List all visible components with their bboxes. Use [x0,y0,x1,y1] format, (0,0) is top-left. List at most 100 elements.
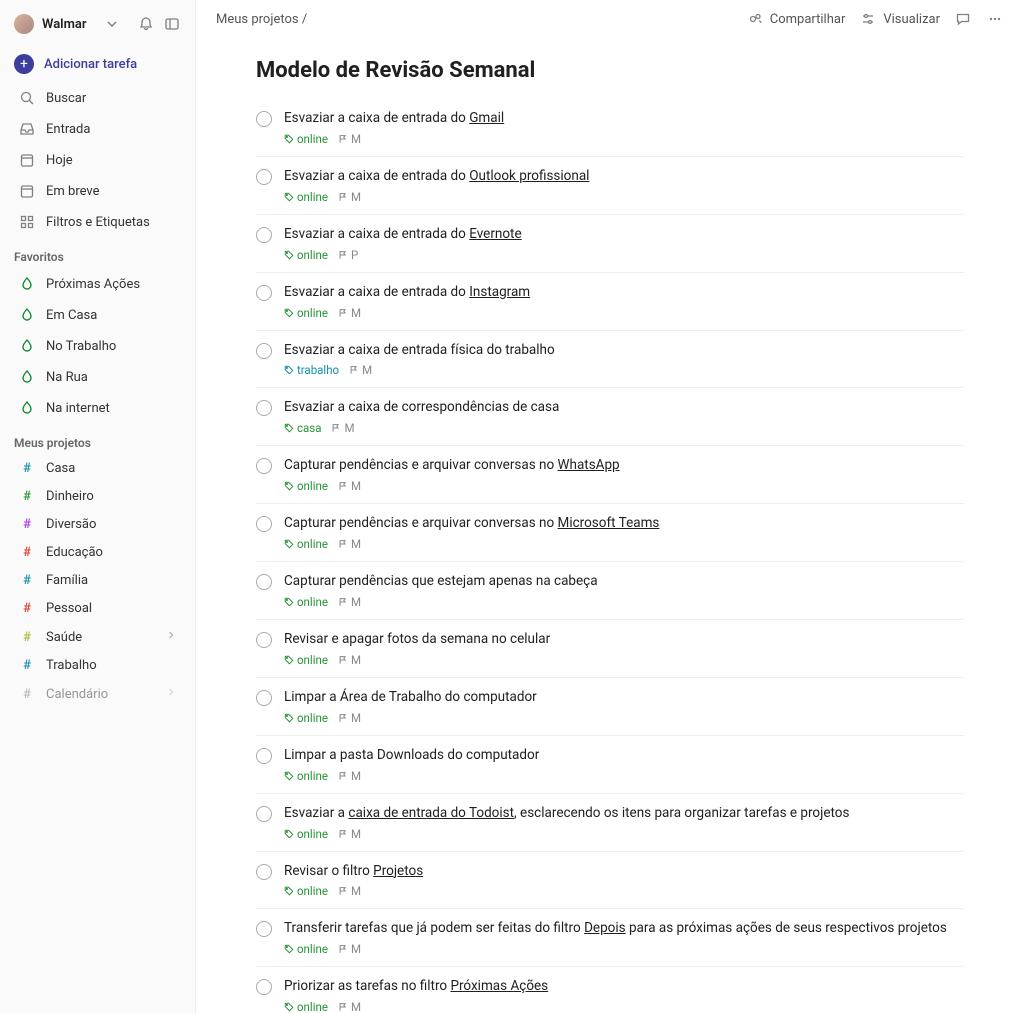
add-task-button[interactable]: + Adicionar tarefa [0,46,195,82]
task-tag[interactable]: online [284,827,328,841]
task-tag[interactable]: online [284,537,328,551]
workspace-switcher[interactable]: Walmar [0,8,195,40]
task-priority[interactable]: M [338,942,361,956]
task-priority[interactable]: M [338,306,361,320]
favorite-item[interactable]: Na internet [4,393,191,423]
sidebar-toggle-icon[interactable] [163,15,181,33]
task-priority[interactable]: M [338,537,361,551]
task-priority[interactable]: M [338,769,361,783]
project-item[interactable]: #Pessoal [4,595,191,622]
task-priority[interactable]: M [349,363,372,377]
task-tag[interactable]: online [284,653,328,667]
task-row[interactable]: Capturar pendências que estejam apenas n… [256,562,964,620]
projects-header[interactable]: Meus projetos [0,424,195,454]
task-row[interactable]: Esvaziar a caixa de entrada do Outlook p… [256,157,964,215]
task-checkbox[interactable] [256,227,272,243]
task-link[interactable]: Microsoft Teams [558,515,660,531]
task-link[interactable]: Outlook profissional [469,168,589,184]
task-checkbox[interactable] [256,979,272,995]
task-row[interactable]: Limpar a Área de Trabalho do computadoro… [256,678,964,736]
task-checkbox[interactable] [256,574,272,590]
task-checkbox[interactable] [256,111,272,127]
task-checkbox[interactable] [256,458,272,474]
nav-search[interactable]: Buscar [4,83,191,113]
task-link[interactable]: Depois [584,920,626,936]
task-row[interactable]: Esvaziar a caixa de entrada física do tr… [256,331,964,389]
task-priority[interactable]: M [338,479,361,493]
task-checkbox[interactable] [256,169,272,185]
task-checkbox[interactable] [256,400,272,416]
task-checkbox[interactable] [256,748,272,764]
task-row[interactable]: Esvaziar a caixa de entrada do Todoist, … [256,794,964,852]
task-checkbox[interactable] [256,690,272,706]
favorite-item[interactable]: Próximas Ações [4,269,191,299]
bell-icon[interactable] [137,15,155,33]
task-tag[interactable]: online [284,884,328,898]
task-priority[interactable]: M [338,132,361,146]
task-tag[interactable]: online [284,942,328,956]
task-tag[interactable]: online [284,132,328,146]
task-row[interactable]: Esvaziar a caixa de entrada do Instagram… [256,273,964,331]
task-tag[interactable]: trabalho [284,363,339,377]
task-link[interactable]: Instagram [469,284,530,300]
nav-calendar-today[interactable]: Hoje [4,145,191,175]
task-priority[interactable]: M [338,884,361,898]
task-link[interactable]: Projetos [373,863,423,879]
nav-grid[interactable]: Filtros e Etiquetas [4,207,191,237]
nav-inbox[interactable]: Entrada [4,114,191,144]
favorite-item[interactable]: Em Casa [4,300,191,330]
task-checkbox[interactable] [256,864,272,880]
task-row[interactable]: Revisar e apagar fotos da semana no celu… [256,620,964,678]
task-tag[interactable]: online [284,769,328,783]
task-tag[interactable]: casa [284,421,321,435]
task-row[interactable]: Priorizar as tarefas no filtro Próximas … [256,967,964,1013]
task-tag[interactable]: online [284,1000,328,1013]
task-row[interactable]: Limpar a pasta Downloads do computadoron… [256,736,964,794]
favorite-item[interactable]: No Trabalho [4,331,191,361]
task-link[interactable]: Próximas Ações [450,978,548,994]
task-row[interactable]: Esvaziar a caixa de entrada do Gmailonli… [256,99,964,157]
task-row[interactable]: Esvaziar a caixa de entrada do Evernoteo… [256,215,964,273]
project-item[interactable]: #Saúde [4,623,191,651]
task-priority[interactable]: M [338,595,361,609]
task-link[interactable]: WhatsApp [558,457,620,473]
task-checkbox[interactable] [256,343,272,359]
project-item[interactable]: #Família [4,567,191,594]
favorite-item[interactable]: Na Rua [4,362,191,392]
task-priority[interactable]: M [338,1000,361,1013]
task-tag[interactable]: online [284,595,328,609]
more-icon[interactable] [986,10,1004,28]
task-checkbox[interactable] [256,921,272,937]
view-button[interactable]: Visualizar [859,10,940,28]
task-tag[interactable]: online [284,248,328,262]
task-row[interactable]: Capturar pendências e arquivar conversas… [256,446,964,504]
task-row[interactable]: Revisar o filtro ProjetosonlineM [256,852,964,910]
task-checkbox[interactable] [256,632,272,648]
project-item[interactable]: #Casa [4,455,191,482]
task-checkbox[interactable] [256,516,272,532]
task-link[interactable]: Evernote [469,226,521,242]
task-tag[interactable]: online [284,479,328,493]
nav-calendar[interactable]: Em breve [4,176,191,206]
task-row[interactable]: Esvaziar a caixa de correspondências de … [256,388,964,446]
task-tag[interactable]: online [284,711,328,725]
task-priority[interactable]: M [331,421,354,435]
task-row[interactable]: Transferir tarefas que já podem ser feit… [256,909,964,967]
task-link[interactable]: caixa de entrada do Todoist [348,805,514,821]
project-item[interactable]: #Dinheiro [4,483,191,510]
task-row[interactable]: Capturar pendências e arquivar conversas… [256,504,964,562]
project-item[interactable]: #Trabalho [4,652,191,679]
comment-icon[interactable] [954,10,972,28]
task-checkbox[interactable] [256,285,272,301]
project-item[interactable]: #Educação [4,539,191,566]
task-priority[interactable]: M [338,653,361,667]
task-tag[interactable]: online [284,190,328,204]
project-item[interactable]: #Calendário [4,680,191,708]
task-checkbox[interactable] [256,806,272,822]
share-button[interactable]: Compartilhar [746,10,846,28]
task-priority[interactable]: M [338,190,361,204]
task-priority[interactable]: P [338,248,358,262]
task-priority[interactable]: M [338,827,361,841]
favorites-header[interactable]: Favoritos [0,238,195,268]
task-priority[interactable]: M [338,711,361,725]
